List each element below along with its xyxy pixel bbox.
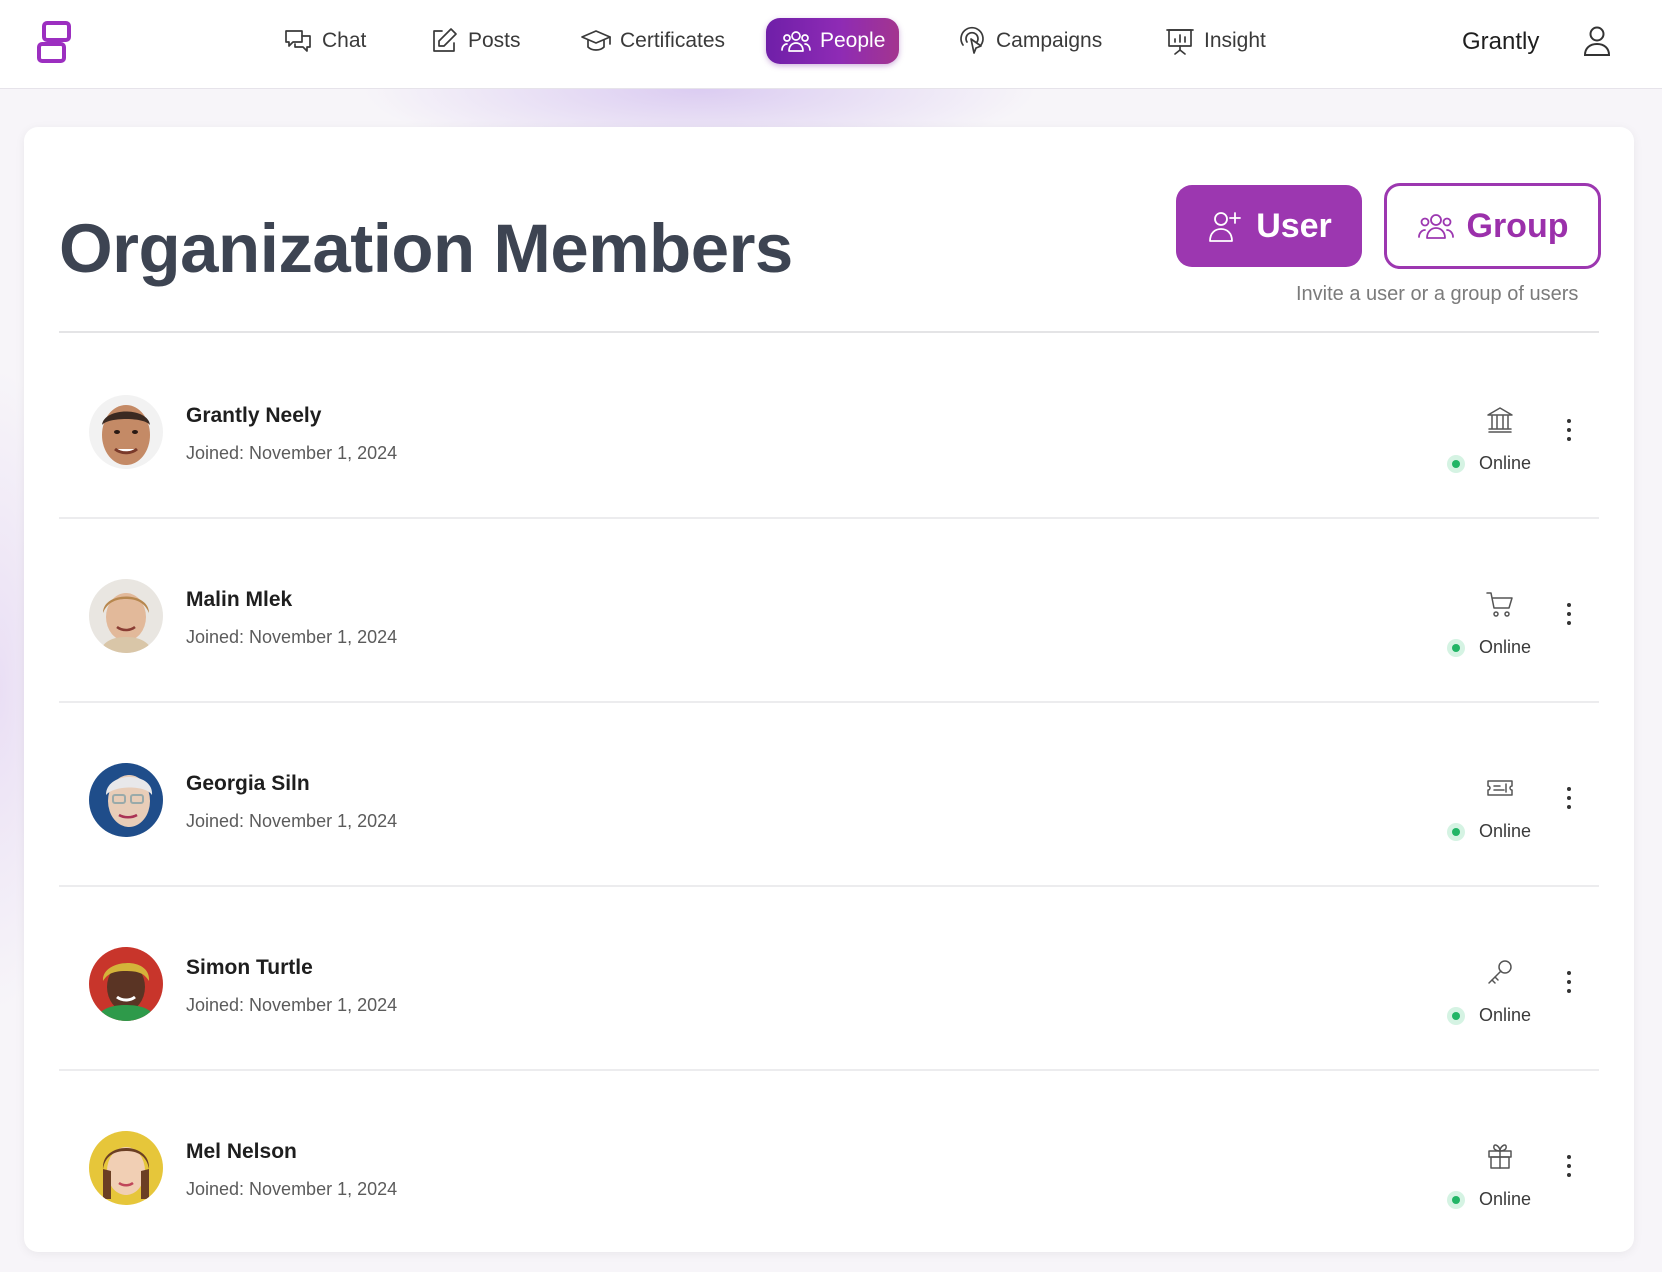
member-name: Georgia Siln — [186, 772, 310, 795]
member-joined-date: Joined: November 1, 2024 — [186, 627, 398, 647]
nav-insight[interactable]: Insight — [1150, 18, 1280, 64]
online-dot-icon — [1447, 638, 1465, 657]
more-options-icon[interactable] — [1559, 1151, 1579, 1181]
member-name: Simon Turtle — [186, 956, 313, 979]
more-options-icon[interactable] — [1559, 415, 1579, 445]
status-label: Online — [1479, 1005, 1532, 1025]
add-user-label: User — [1256, 206, 1332, 245]
member-joined-date: Joined: November 1, 2024 — [186, 995, 398, 1015]
app-logo[interactable] — [36, 20, 72, 66]
ticket-icon — [1487, 780, 1513, 796]
more-options-icon[interactable] — [1559, 967, 1579, 997]
avatar — [89, 579, 163, 653]
nav-chat-label: Chat — [322, 29, 367, 52]
status-badge: Online — [1447, 821, 1531, 842]
invite-hint: Invite a user or a group of users — [1296, 283, 1579, 305]
status-label: Online — [1479, 453, 1532, 473]
member-row[interactable]: Simon Turtle Joined: November 1, 2024 On… — [59, 887, 1599, 1071]
member-row[interactable]: Mel Nelson Joined: November 1, 2024 Onli… — [59, 1071, 1599, 1255]
member-name: Grantly Neely — [186, 404, 322, 427]
people-group-icon — [781, 31, 811, 52]
add-user-icon — [1209, 212, 1242, 242]
member-name: Mel Nelson — [186, 1140, 297, 1163]
avatar — [89, 1131, 163, 1205]
member-row[interactable]: Georgia Siln Joined: November 1, 2024 On… — [59, 703, 1599, 887]
status-label: Online — [1479, 1189, 1532, 1209]
pencil-square-icon — [433, 28, 457, 52]
online-dot-icon — [1447, 1006, 1465, 1025]
role-icon — [1485, 589, 1515, 619]
nav-insight-label: Insight — [1204, 29, 1266, 52]
member-joined-date: Joined: November 1, 2024 — [186, 1179, 398, 1199]
graduation-cap-icon — [581, 30, 611, 51]
page-title: Organization Members — [59, 210, 793, 287]
key-icon — [1488, 960, 1512, 984]
status-badge: Online — [1447, 1189, 1531, 1210]
add-group-label: Group — [1466, 206, 1569, 245]
member-joined-date: Joined: November 1, 2024 — [186, 443, 398, 463]
organization-name[interactable]: Grantly — [1462, 28, 1539, 56]
role-icon — [1485, 405, 1515, 435]
avatar — [89, 763, 163, 837]
user-account-icon[interactable] — [1582, 24, 1612, 58]
online-dot-icon — [1447, 1190, 1465, 1209]
nav-people[interactable]: People — [766, 18, 900, 64]
header-divider — [59, 331, 1599, 333]
nav-chat[interactable]: Chat — [268, 18, 380, 64]
broadcast-pointer-icon — [960, 26, 984, 54]
nav-people-label: People — [820, 29, 886, 52]
role-icon — [1485, 1141, 1515, 1171]
status-label: Online — [1479, 637, 1532, 657]
add-user-button[interactable]: User — [1176, 185, 1362, 267]
avatar — [89, 395, 163, 469]
status-badge: Online — [1447, 1005, 1531, 1026]
role-icon — [1485, 773, 1515, 803]
nav-campaigns[interactable]: Campaigns — [942, 18, 1116, 64]
bank-icon — [1487, 407, 1513, 433]
members-card: Organization Members User Group Invite a… — [24, 127, 1634, 1252]
nav-certificates[interactable]: Certificates — [566, 18, 739, 64]
gift-icon — [1488, 1144, 1512, 1169]
more-options-icon[interactable] — [1559, 783, 1579, 813]
cart-icon — [1486, 592, 1513, 617]
member-joined-date: Joined: November 1, 2024 — [186, 811, 398, 831]
add-group-button[interactable]: Group — [1384, 183, 1601, 269]
avatar — [89, 947, 163, 1021]
online-dot-icon — [1447, 822, 1465, 841]
status-label: Online — [1479, 821, 1532, 841]
member-row[interactable]: Malin Mlek Joined: November 1, 2024 Onli… — [59, 519, 1599, 703]
nav-posts-label: Posts — [468, 29, 521, 52]
people-group-icon — [1417, 214, 1454, 239]
role-icon — [1485, 957, 1515, 987]
nav-certificates-label: Certificates — [620, 29, 726, 52]
status-badge: Online — [1447, 453, 1531, 474]
nav-posts[interactable]: Posts — [414, 18, 535, 64]
chat-bubbles-icon — [285, 30, 311, 52]
online-dot-icon — [1447, 454, 1465, 473]
more-options-icon[interactable] — [1559, 599, 1579, 629]
member-row[interactable]: Grantly Neely Joined: November 1, 2024 O… — [59, 335, 1599, 519]
presentation-chart-icon — [1166, 29, 1194, 55]
status-badge: Online — [1447, 637, 1531, 658]
member-name: Malin Mlek — [186, 588, 293, 611]
nav-campaigns-label: Campaigns — [996, 29, 1103, 52]
top-navigation-bar: Chat Posts Certificates People Campaigns… — [0, 0, 1662, 89]
